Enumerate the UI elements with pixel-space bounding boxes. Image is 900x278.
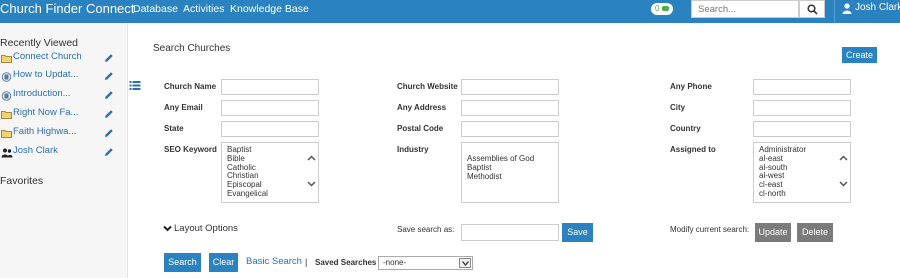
pencil-icon[interactable]: [104, 109, 114, 119]
chevron-up-icon[interactable]: [839, 155, 848, 161]
update-button[interactable]: Update: [755, 223, 791, 242]
sidebar-item-introduction[interactable]: Introduction...: [0, 88, 124, 104]
assigned-to-label: Assigned to: [670, 145, 716, 154]
any-email-input[interactable]: [221, 100, 319, 116]
list-option[interactable]: cl-north: [759, 189, 806, 199]
separator: |: [305, 257, 308, 267]
seo-keyword-label: SEO Keyword: [164, 145, 217, 154]
any-phone-input[interactable]: [753, 79, 851, 95]
clear-button[interactable]: Clear: [209, 253, 238, 272]
church-name-label: Church Name: [164, 82, 217, 91]
chevron-down-icon[interactable]: [307, 181, 316, 187]
top-navbar: Church Finder Connect Database Activitie…: [0, 0, 900, 23]
search-icon: [807, 4, 818, 15]
pencil-icon[interactable]: [104, 147, 114, 157]
any-phone-label: Any Phone: [670, 82, 712, 91]
global-search-button[interactable]: [799, 0, 825, 18]
country-input[interactable]: [753, 121, 851, 137]
pencil-icon[interactable]: [104, 53, 114, 63]
nav-knowledge-base[interactable]: Knowledge Base: [230, 3, 309, 15]
city-label: City: [670, 103, 686, 112]
sidebar-item-right-now[interactable]: Right Now Fa...: [0, 107, 124, 123]
sidebar-item-label: How to Updat...: [13, 69, 79, 80]
sidebar-item-label: Introduction...: [13, 88, 71, 99]
search-button[interactable]: Search: [164, 253, 201, 272]
chevron-down-icon: [163, 225, 172, 232]
nav-database[interactable]: Database: [133, 3, 178, 15]
list-option[interactable]: Methodist: [467, 172, 534, 182]
sidebar-item-label: Right Now Fa...: [13, 107, 79, 118]
user-icon: [842, 3, 852, 14]
church-website-input[interactable]: [461, 79, 559, 95]
any-address-label: Any Address: [397, 103, 447, 112]
chat-notification-badge[interactable]: 0: [651, 3, 673, 15]
sidebar-item-label: Faith Highwa...: [13, 126, 77, 137]
brand-logo[interactable]: Church Finder Connect: [0, 1, 134, 16]
favorites-heading: Favorites: [0, 175, 44, 187]
any-address-input[interactable]: [461, 100, 559, 116]
sidebar-item-josh-clark[interactable]: Josh Clark: [0, 145, 124, 161]
saved-searches-select[interactable]: -none-: [378, 256, 473, 270]
save-button[interactable]: Save: [562, 223, 593, 242]
pencil-icon[interactable]: [104, 90, 114, 100]
saved-searches-label: Saved Searches: [315, 258, 377, 267]
chevron-down-icon[interactable]: [839, 181, 848, 187]
create-button[interactable]: Create: [842, 47, 877, 63]
folder-icon: [1, 111, 12, 119]
recently-viewed-heading: Recently Viewed: [0, 37, 79, 49]
dropdown-toggle[interactable]: [459, 258, 471, 268]
any-email-label: Any Email: [164, 103, 203, 112]
delete-button[interactable]: Delete: [797, 223, 833, 242]
folder-icon: [1, 130, 12, 138]
pencil-icon[interactable]: [104, 71, 114, 81]
folder-icon: [1, 55, 12, 63]
users-icon: [1, 148, 13, 158]
nav-activities[interactable]: Activities: [183, 3, 224, 15]
sidebar-item-label: Josh Clark: [13, 145, 58, 156]
user-name: Josh Clark: [855, 2, 900, 13]
state-input[interactable]: [221, 121, 319, 137]
postal-code-input[interactable]: [461, 121, 559, 137]
layout-options-label: Layout Options: [174, 223, 238, 234]
postal-code-label: Postal Code: [397, 124, 444, 133]
chat-count: 0: [655, 4, 660, 13]
saved-searches-value: -none-: [383, 258, 407, 267]
listbox-scrollbar[interactable]: [837, 143, 850, 202]
list-option[interactable]: Evangelical: [227, 189, 268, 199]
chevron-down-icon: [462, 261, 469, 266]
assigned-to-listbox[interactable]: Administrator al-east al-south al-west c…: [753, 142, 851, 203]
nav-divider: [834, 0, 835, 23]
page-title: Search Churches: [153, 43, 231, 54]
save-search-input[interactable]: [461, 224, 559, 241]
sidebar-item-connect-church[interactable]: Connect Church: [0, 51, 124, 67]
save-search-label: Save search as:: [397, 225, 455, 234]
sidebar-item-how-to-update[interactable]: How to Updat...: [0, 69, 124, 85]
modify-search-label: Modify current search:: [670, 225, 750, 234]
toggle-list-button[interactable]: [129, 80, 143, 94]
list-icon: [129, 81, 141, 90]
pencil-icon[interactable]: [104, 128, 114, 138]
country-label: Country: [670, 124, 701, 133]
chat-bubble-icon: [662, 6, 669, 11]
industry-label: Industry: [397, 145, 429, 154]
church-name-input[interactable]: [221, 79, 319, 95]
listbox-scrollbar[interactable]: [305, 143, 318, 202]
chevron-up-icon[interactable]: [307, 155, 316, 161]
church-website-label: Church Website: [397, 82, 458, 91]
sidebar-item-label: Connect Church: [13, 51, 82, 62]
global-search-input[interactable]: [691, 0, 799, 18]
sidebar: Recently Viewed Connect Church How to Up…: [0, 23, 128, 278]
state-label: State: [164, 124, 184, 133]
document-icon: [1, 72, 12, 82]
sidebar-item-faith-highway[interactable]: Faith Highwa...: [0, 126, 124, 142]
basic-search-link[interactable]: Basic Search: [246, 256, 302, 267]
seo-keyword-listbox[interactable]: Baptist Bible Catholic Christian Episcop…: [221, 142, 319, 203]
document-icon: [1, 91, 12, 101]
city-input[interactable]: [753, 100, 851, 116]
industry-listbox[interactable]: Assemblies of God Baptist Methodist: [461, 142, 559, 203]
